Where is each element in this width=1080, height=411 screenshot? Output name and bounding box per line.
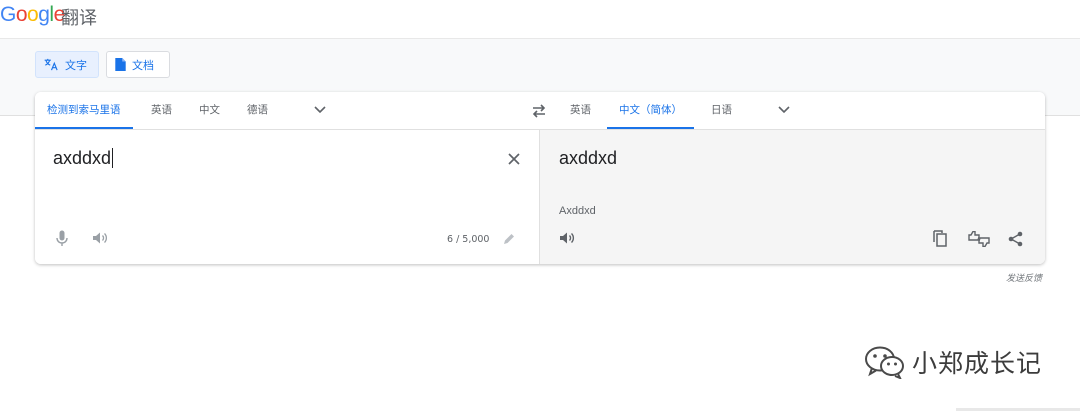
rate-translation-icon[interactable] [968, 231, 990, 247]
source-lang-chinese[interactable]: 中文 [199, 92, 220, 129]
clear-icon[interactable] [507, 152, 521, 166]
send-feedback-link[interactable]: 发送反馈 [1006, 271, 1042, 284]
logo-letter: g [38, 3, 50, 26]
watermark-text: 小郑成长记 [912, 349, 1043, 378]
logo-letter: o [27, 3, 39, 26]
translate-card: 检测到索马里语 英语 中文 德语 英语 中文（简体） 日语 axddxd 6 /… [35, 92, 1045, 264]
speaker-icon[interactable] [559, 231, 575, 245]
speaker-icon[interactable] [92, 231, 108, 245]
source-pane: axddxd 6 / 5,000 [35, 130, 539, 264]
share-icon[interactable] [1008, 231, 1023, 247]
language-bar: 检测到索马里语 英语 中文 德语 英语 中文（简体） 日语 [35, 92, 1045, 130]
chevron-down-icon[interactable] [778, 105, 790, 115]
translation-output: axddxd [559, 148, 618, 168]
swap-languages-icon[interactable] [531, 104, 547, 118]
chevron-down-icon[interactable] [314, 105, 326, 115]
microphone-icon[interactable] [56, 230, 68, 247]
wechat-icon [865, 346, 904, 379]
document-icon [115, 58, 126, 71]
watermark: 小郑成长记 [864, 344, 1042, 380]
logo-letter: G [0, 3, 16, 26]
target-lang-japanese[interactable]: 日语 [711, 92, 732, 129]
copy-icon[interactable] [933, 230, 947, 247]
source-lang-english[interactable]: 英语 [151, 92, 172, 129]
target-lang-english[interactable]: 英语 [570, 92, 591, 129]
google-logo[interactable]: Google [0, 3, 65, 27]
logo-letter: o [15, 3, 28, 26]
source-lang-detected[interactable]: 检测到索马里语 [35, 92, 132, 129]
character-counter: 6 / 5,000 [447, 234, 490, 245]
text-mode-label: 文字 [65, 58, 87, 72]
transliteration: Axddxd [559, 205, 596, 217]
target-pane: axddxd Axddxd [539, 130, 1045, 264]
document-mode-label: 文档 [132, 58, 154, 72]
pencil-icon[interactable] [503, 233, 515, 245]
app-header: Google 翻译 [0, 0, 1080, 39]
document-mode-button[interactable]: 文档 [106, 51, 170, 78]
product-name: 翻译 [61, 8, 97, 29]
text-mode-button[interactable]: 文字 [35, 51, 99, 78]
source-input[interactable]: axddxd [53, 148, 113, 169]
source-lang-german[interactable]: 德语 [247, 92, 268, 129]
target-lang-chinese-simplified[interactable]: 中文（简体） [607, 92, 694, 129]
translate-icon [44, 58, 58, 71]
